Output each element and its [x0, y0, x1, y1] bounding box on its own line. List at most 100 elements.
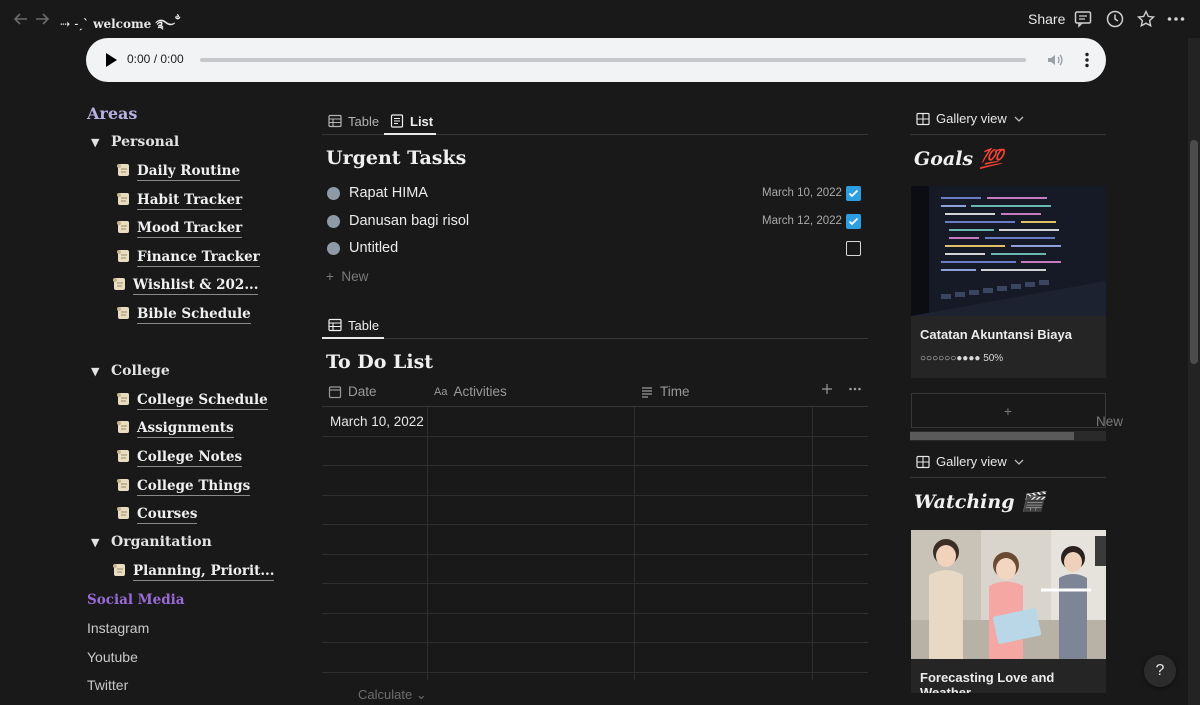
goal-card-title: Catatan Akuntansi Biaya — [920, 327, 1072, 342]
table-row[interactable] — [322, 614, 868, 643]
column-divider — [427, 407, 428, 680]
triangle-down-icon[interactable]: ▼ — [91, 136, 111, 149]
link-daily-routine[interactable]: Daily Routine — [115, 162, 241, 181]
todo-list-title: To Do List — [326, 351, 434, 373]
top-bar: ⇢ ˗ˏˋ welcome ࿐ྂ Share — [0, 0, 1200, 38]
link-college-notes[interactable]: College Notes — [115, 448, 243, 467]
scroll-icon — [111, 276, 129, 292]
history-icon[interactable] — [1105, 9, 1125, 29]
goal-card[interactable]: Catatan Akuntansi Biaya ○○○○○○●●●● 50% — [911, 186, 1106, 378]
column-date[interactable]: Date — [328, 384, 377, 399]
forward-arrow-icon[interactable] — [33, 10, 51, 28]
table-row[interactable] — [322, 466, 868, 496]
play-icon[interactable] — [104, 52, 118, 68]
urgent-tab-bar: Table List — [322, 107, 868, 135]
status-icon — [327, 242, 340, 255]
drama-poster-image — [911, 530, 1106, 659]
table-row[interactable] — [322, 584, 868, 614]
new-goal-button[interactable]: + New — [911, 393, 1123, 429]
watching-title: Watching 🎬 — [914, 491, 1045, 513]
lines-icon — [640, 385, 654, 399]
task-row[interactable]: Untitled — [326, 237, 866, 261]
triangle-down-icon[interactable]: ▼ — [91, 536, 111, 549]
table-more-icon[interactable] — [848, 382, 862, 396]
checkbox-checked[interactable] — [846, 214, 861, 229]
column-time[interactable]: Time — [640, 384, 690, 399]
chevron-down-icon — [1013, 456, 1025, 468]
table-row[interactable] — [322, 555, 868, 584]
link-courses[interactable]: Courses — [115, 505, 198, 524]
triangle-down-icon[interactable]: ▼ — [91, 365, 111, 378]
vertical-scrollbar[interactable] — [1188, 38, 1200, 705]
column-divider — [634, 407, 635, 680]
star-icon[interactable] — [1136, 9, 1156, 29]
volume-icon[interactable] — [1046, 51, 1064, 69]
cell-date[interactable]: March 10, 2022 — [330, 414, 424, 429]
goal-progress: ○○○○○○●●●● 50% — [920, 353, 1004, 364]
scroll-icon — [115, 505, 133, 521]
tab-table[interactable]: Table — [328, 314, 379, 336]
calculate-button[interactable]: Calculate ⌄ — [358, 687, 427, 703]
link-finance-tracker[interactable]: Finance Tracker — [115, 248, 260, 267]
scrollbar-thumb[interactable] — [910, 432, 1074, 440]
scroll-icon — [115, 391, 133, 407]
table-icon — [328, 114, 342, 128]
gallery-icon — [916, 455, 930, 469]
status-icon — [327, 215, 340, 228]
table-row[interactable] — [322, 525, 868, 555]
comment-icon[interactable] — [1073, 9, 1093, 29]
link-mood-tracker[interactable]: Mood Tracker — [115, 219, 243, 238]
link-college-schedule[interactable]: College Schedule — [115, 391, 268, 410]
text-property-icon: Aa — [434, 385, 448, 398]
divider — [910, 477, 1106, 478]
watching-gallery-view-button[interactable]: Gallery view — [916, 454, 1025, 469]
new-task-button[interactable]: + New — [326, 269, 368, 284]
link-bible-schedule[interactable]: Bible Schedule — [115, 305, 251, 324]
list-icon — [390, 114, 404, 128]
scroll-icon — [115, 162, 133, 178]
urgent-tasks-title: Urgent Tasks — [326, 147, 467, 169]
audio-seek-bar[interactable] — [200, 58, 1026, 62]
calendar-icon — [328, 385, 342, 399]
link-instagram[interactable]: Instagram — [87, 620, 149, 636]
scroll-icon — [115, 191, 133, 207]
tab-table[interactable]: Table — [328, 110, 379, 132]
help-button[interactable]: ? — [1144, 655, 1176, 687]
table-row[interactable] — [322, 643, 868, 673]
audio-more-icon[interactable] — [1078, 51, 1096, 69]
watching-card[interactable]: Forecasting Love and Weather — [911, 530, 1106, 693]
checkbox-checked[interactable] — [846, 186, 861, 201]
add-column-icon[interactable] — [820, 382, 834, 396]
link-twitter[interactable]: Twitter — [87, 677, 128, 693]
goals-gallery-view-button[interactable]: Gallery view — [916, 111, 1025, 126]
scroll-icon — [115, 448, 133, 464]
tab-list[interactable]: List — [390, 110, 433, 132]
column-divider — [812, 407, 813, 680]
table-row[interactable] — [322, 496, 868, 525]
link-assignments[interactable]: Assignments — [115, 419, 234, 438]
back-arrow-icon[interactable] — [12, 10, 30, 28]
column-activities[interactable]: Aa Activities — [434, 384, 507, 399]
task-row[interactable]: Rapat HIMA March 10, 2022 — [326, 182, 866, 206]
chevron-down-icon — [1013, 113, 1025, 125]
link-college-things[interactable]: College Things — [115, 477, 251, 496]
scrollbar-thumb[interactable] — [1190, 140, 1198, 364]
link-youtube[interactable]: Youtube — [87, 649, 138, 665]
more-icon[interactable] — [1166, 9, 1186, 29]
link-wishlist[interactable]: Wishlist & 202... — [111, 276, 259, 295]
link-habit-tracker[interactable]: Habit Tracker — [115, 191, 243, 210]
group-organitation[interactable]: ▼ Organitation — [91, 534, 212, 550]
checkbox-unchecked[interactable] — [846, 241, 861, 256]
group-college[interactable]: ▼ College — [91, 363, 170, 379]
group-personal[interactable]: ▼ Personal — [91, 134, 179, 150]
link-planning[interactable]: Planning, Priorit... — [111, 562, 275, 581]
audio-player: 0:00 / 0:00 — [86, 38, 1106, 82]
share-button[interactable]: Share — [1028, 11, 1065, 27]
table-row[interactable] — [322, 437, 868, 466]
audio-time: 0:00 / 0:00 — [127, 52, 184, 66]
code-screenshot-image — [911, 186, 1106, 316]
task-row[interactable]: Danusan bagi risol March 12, 2022 — [326, 210, 866, 234]
scroll-icon — [115, 219, 133, 235]
todo-tab-bar: Table — [322, 311, 868, 339]
horizontal-scrollbar[interactable] — [910, 431, 1106, 441]
